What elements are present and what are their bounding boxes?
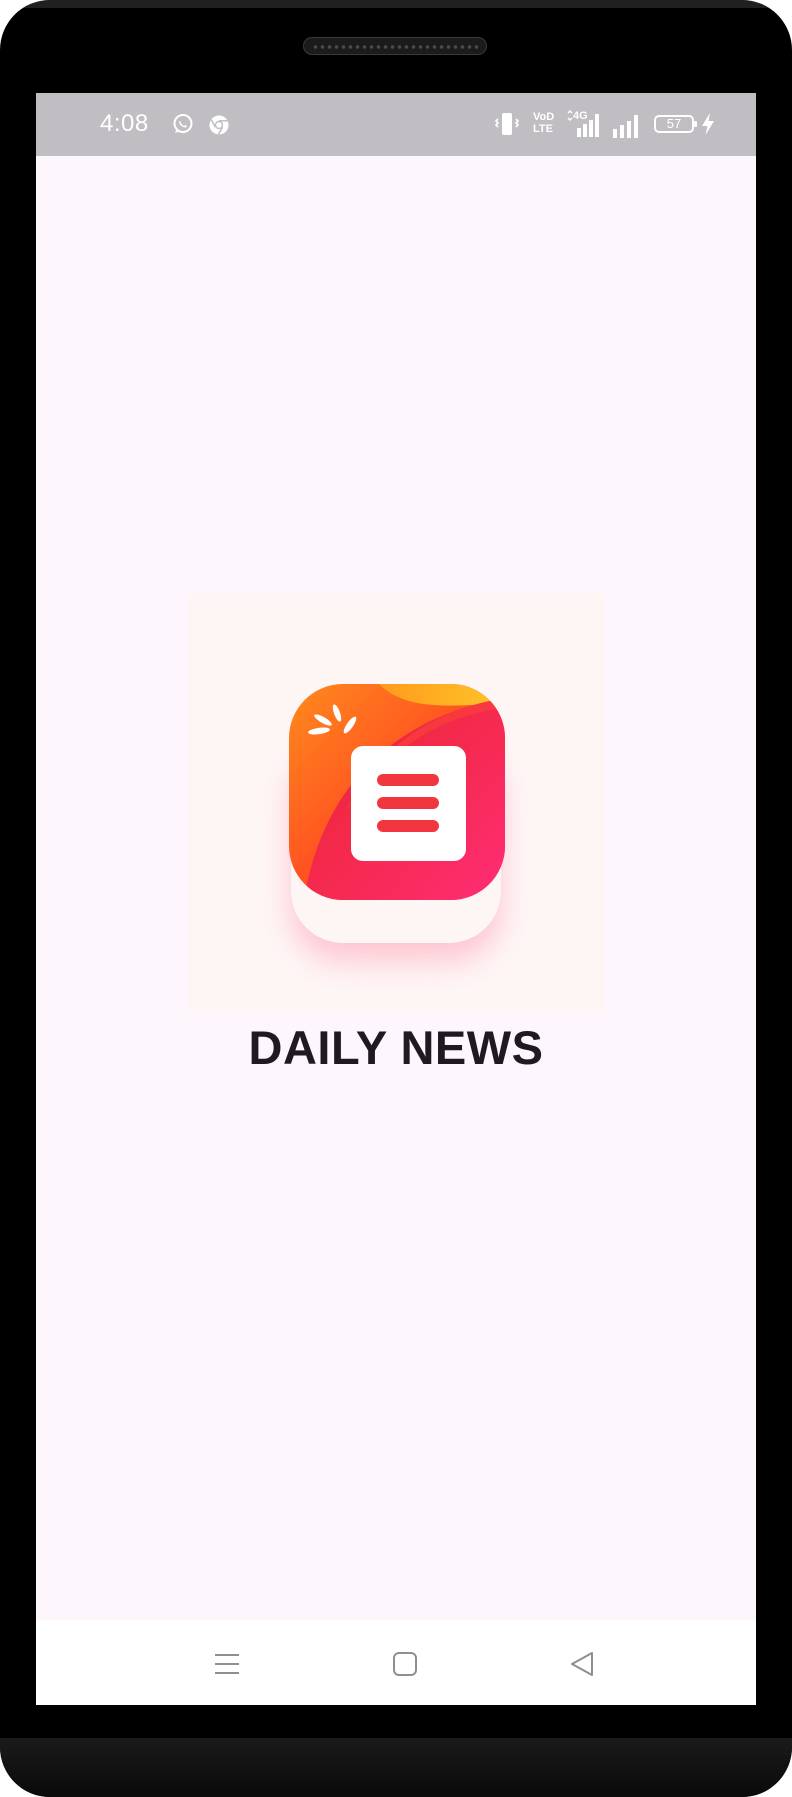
charging-icon (700, 112, 716, 141)
status-time: 4:08 (100, 110, 149, 137)
news-app-logo-icon (289, 684, 505, 900)
signal-icon (612, 113, 642, 144)
sparkle-icon (307, 700, 363, 745)
battery-icon: 57 (654, 115, 697, 133)
recents-menu-icon[interactable] (203, 1640, 251, 1688)
app-title: DAILY NEWS (248, 1021, 544, 1074)
volte-icon: VoD LTE (533, 111, 561, 137)
home-square-icon[interactable] (381, 1640, 429, 1688)
navigation-bar (36, 1620, 756, 1705)
whatsapp-icon (172, 113, 194, 140)
vibrate-icon (494, 111, 520, 142)
device-screen: 4:08 VoD LTE 4G 57 DAILY NEWS (36, 93, 756, 1705)
status-bar: 4:08 VoD LTE 4G 57 (36, 93, 756, 156)
phone-frame: 4:08 VoD LTE 4G 57 DAILY NEWS (0, 0, 792, 1797)
volte-label-bottom: LTE (533, 123, 553, 135)
chrome-icon (208, 114, 230, 141)
earpiece-speaker (303, 37, 487, 55)
volte-label-top: VoD (533, 111, 555, 123)
back-triangle-icon[interactable] (558, 1640, 606, 1688)
document-icon (351, 746, 466, 861)
4g-signal-icon: 4G (565, 110, 603, 138)
phone-bottom-edge (0, 1738, 792, 1797)
phone-top-edge (10, 0, 782, 8)
